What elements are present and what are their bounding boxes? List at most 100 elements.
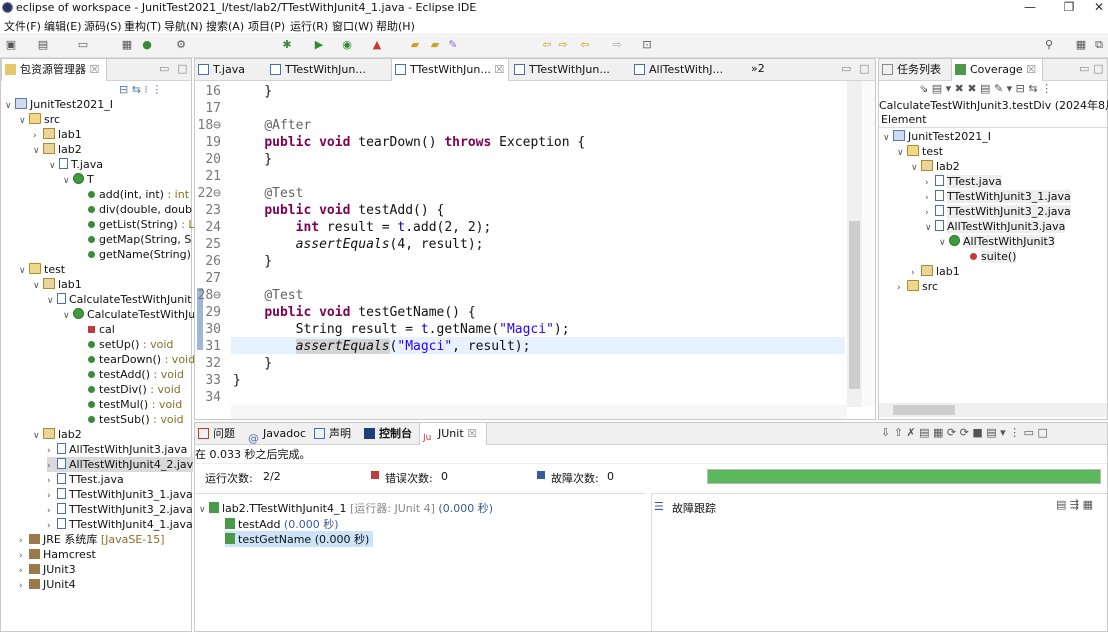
tree-node[interactable]: › TTestWithJunit3_2.java	[925, 204, 1071, 219]
menu-navigate[interactable]: 导航(N)	[164, 18, 203, 34]
tree-node[interactable]: ∨ AllTestWithJunit3	[939, 234, 1055, 249]
menu-help[interactable]: 帮助(H)	[376, 18, 415, 34]
code-line[interactable]: assertEquals("Magci", result);	[233, 338, 530, 355]
tree-node[interactable]: › TTestWithJunit3_2.java	[47, 502, 193, 517]
tree-node[interactable]: div(double, doub	[85, 202, 192, 217]
code-line[interactable]: public void testAdd() {	[233, 202, 444, 219]
terminal-icon[interactable]: ▭	[76, 38, 90, 52]
tab-editor[interactable]: T.java	[195, 59, 261, 81]
menu-source[interactable]: 源码(S)	[84, 18, 122, 34]
tree-node[interactable]: › JUnit3	[19, 562, 76, 577]
tree-node[interactable]: setUp() : void	[85, 337, 173, 352]
minimize-icon[interactable]: —	[1023, 0, 1037, 14]
tree-node[interactable]: ∨ CalculateTestWithJunit	[47, 292, 192, 307]
junit-toolbar[interactable]: ⇩ ⇧ ✗ ▤ ▦ ⟳ ⟳ ■ ▤ ▾ ⋮ ▭ □	[881, 426, 1048, 439]
tree-node[interactable]: getName(String)	[85, 247, 191, 262]
tree-node[interactable]: › JRE 系统库 [JavaSE-15]	[19, 532, 165, 547]
search-icon[interactable]: ⚲	[1042, 38, 1056, 52]
tree-node[interactable]: testAdd() : void	[85, 367, 184, 382]
open-folder-icon[interactable]: ▰	[428, 38, 442, 52]
back-icon[interactable]: ⇦	[540, 38, 554, 52]
java-perspective-icon[interactable]: ⧉	[1092, 38, 1106, 52]
tree-node[interactable]: › TTestWithJunit3_1.java	[925, 189, 1071, 204]
tab-task-list[interactable]: 任务列表	[879, 59, 949, 81]
tab-junit[interactable]: Ju JUnit ☒	[419, 423, 487, 445]
trace-toolbar[interactable]: ▤ ⇶ ▦	[1056, 498, 1093, 511]
code-line[interactable]: @After	[233, 117, 311, 134]
tree-node[interactable]: ∨ src	[19, 112, 60, 127]
open-type-icon[interactable]: ▰	[408, 38, 422, 52]
code-line[interactable]: int result = t.add(2, 2);	[233, 219, 492, 236]
tree-node[interactable]: testMul() : void	[85, 397, 182, 412]
code-line[interactable]: public void testGetName() {	[233, 304, 475, 321]
tree-node[interactable]: ∨ lab2	[33, 427, 82, 442]
tree-node[interactable]: tearDown() : void	[85, 352, 195, 367]
pen-icon[interactable]: ✎	[446, 38, 460, 52]
tree-node[interactable]: ∨ JunitTest2021_I	[5, 97, 113, 112]
test-case-row-selected[interactable]: testGetName (0.000 秒)	[225, 531, 374, 547]
tree-node[interactable]: › src	[897, 279, 938, 294]
search-type-icon[interactable]: ⚙	[174, 38, 188, 52]
tree-node[interactable]: ∨ CalculateTestWithJu	[63, 307, 195, 322]
menu-refactor[interactable]: 重构(T)	[124, 18, 161, 34]
code-line[interactable]: }	[233, 355, 272, 372]
coverage-session[interactable]: CalculateTestWithJunit3.testDiv (2024年8月…	[879, 97, 1108, 113]
coverage-run-icon[interactable]: ◉	[340, 38, 354, 52]
menu-project[interactable]: 项目(P)	[248, 18, 285, 34]
minimize-view-icon[interactable]: ▭	[1079, 62, 1089, 75]
tree-node[interactable]: add(int, int) : int	[85, 187, 189, 202]
tree-node[interactable]: › TTest.java	[47, 472, 124, 487]
code-line[interactable]: @Test	[233, 287, 303, 304]
code-line[interactable]: public void tearDown() throws Exception …	[233, 134, 585, 151]
menu-search[interactable]: 搜索(A)	[206, 18, 244, 34]
nav-back-icon[interactable]: ⇦	[578, 38, 592, 52]
tree-node[interactable]: suite()	[967, 249, 1017, 264]
tab-package-explorer[interactable]: 包资源管理器 ☒	[1, 59, 107, 81]
new-class-icon[interactable]: ●	[140, 38, 154, 52]
tree-node-selected[interactable]: › AllTestWithJunit4_2.jav	[47, 457, 193, 472]
coverage-toolbar[interactable]: ⇘ ▤ ▾ ✖ ✖ ▤ ✎ ▾ ⊟ ⇆ ⋮	[919, 82, 1052, 95]
tree-node[interactable]: ∨ lab2	[911, 159, 960, 174]
more-tabs-button[interactable]: »2	[751, 62, 765, 75]
menu-edit[interactable]: 编辑(E)	[44, 18, 82, 34]
perspective-icon[interactable]: ▦	[1074, 38, 1088, 52]
tree-node[interactable]: getMap(String, S	[85, 232, 191, 247]
tree-node[interactable]: ∨ test	[897, 144, 943, 159]
tree-node[interactable]: › lab1	[33, 127, 82, 142]
editor-vscrollbar[interactable]	[847, 81, 862, 407]
test-case-row[interactable]: testAdd (0.000 秒)	[225, 516, 339, 532]
maximize-view-icon[interactable]: □	[1093, 62, 1103, 75]
tab-coverage[interactable]: Coverage ☒	[951, 59, 1043, 81]
save-icon[interactable]: ▤	[36, 38, 50, 52]
column-header-element[interactable]: Element	[879, 113, 1107, 128]
coverage-hscrollbar[interactable]	[879, 403, 1107, 417]
maximize-view-icon[interactable]: □	[177, 62, 187, 75]
nav-forward-icon[interactable]: ⇨	[610, 38, 624, 52]
debug-icon[interactable]: ✱	[280, 38, 294, 52]
new-package-icon[interactable]: ▦	[120, 38, 134, 52]
tab-console[interactable]: 控制台	[361, 423, 419, 445]
collapse-all-icon[interactable]: ⊟ ⇆ ⁝ ⋮	[119, 83, 162, 96]
code-line[interactable]: }	[233, 83, 272, 100]
tree-node[interactable]: ∨ test	[19, 262, 65, 277]
tree-node[interactable]: testSub() : void	[85, 412, 184, 427]
restore-icon[interactable]: ❐	[1062, 0, 1076, 14]
minimize-view-icon[interactable]: ▭	[159, 62, 169, 75]
scroll-thumb[interactable]	[849, 221, 860, 389]
tree-node[interactable]: ∨ lab2	[33, 142, 82, 157]
code-line[interactable]: }	[233, 253, 272, 270]
code-line[interactable]: String result = t.getName("Magci");	[233, 321, 570, 338]
tab-editor-active[interactable]: TTestWithJun... ☒	[391, 59, 509, 81]
tree-node[interactable]: getList(String) : L	[85, 217, 195, 232]
tree-node[interactable]: ∨ AllTestWithJunit3.java	[925, 219, 1066, 234]
tree-node[interactable]: ∨ T	[63, 172, 94, 187]
maximize-view-icon[interactable]: □	[859, 62, 869, 75]
menu-file[interactable]: 文件(F)	[4, 18, 41, 34]
tree-node[interactable]: testDiv() : void	[85, 382, 181, 397]
tree-node[interactable]: › lab1	[911, 264, 960, 279]
tree-node[interactable]: ∨ JunitTest2021_I	[883, 129, 991, 144]
pin-icon[interactable]: ⊡	[640, 38, 654, 52]
tree-node[interactable]: › AllTestWithJunit3.java	[47, 442, 187, 457]
tab-javadoc[interactable]: @ Javadoc	[245, 423, 307, 445]
forward-icon[interactable]: ⇨	[556, 38, 570, 52]
